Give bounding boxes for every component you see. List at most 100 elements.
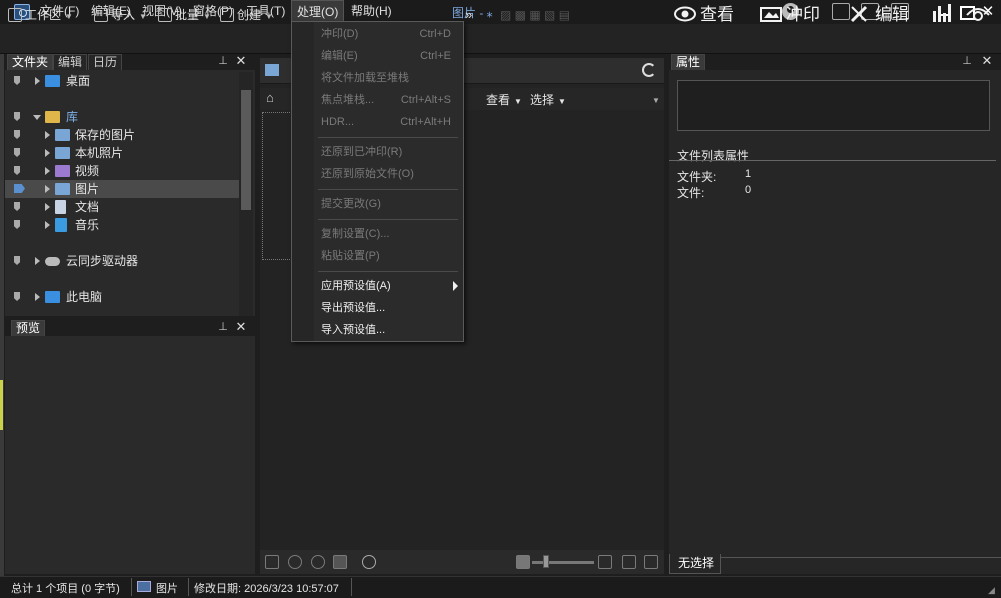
tree-item-documents[interactable]: 文档 xyxy=(5,198,241,216)
thumbnail-view-icon[interactable] xyxy=(622,555,636,569)
music-icon xyxy=(55,218,67,232)
pin-icon[interactable]: ⊥ xyxy=(217,54,229,68)
menu-item-commit-changes[interactable]: 提交更改(G) xyxy=(321,194,461,214)
tree-item-this-pc[interactable]: 此电脑 xyxy=(5,288,241,306)
stack-icon[interactable] xyxy=(333,555,347,569)
chevron-down-icon: ▼ xyxy=(139,12,147,21)
pin-icon[interactable]: ⊥ xyxy=(961,54,973,68)
marker-icon xyxy=(14,256,20,265)
menu-item-develop[interactable]: 冲印(D) Ctrl+D xyxy=(321,24,461,44)
prop-files-value: 0 xyxy=(745,184,752,196)
submenu-arrow-icon xyxy=(453,281,458,291)
menu-item-shortcut: Ctrl+Alt+H xyxy=(400,116,451,128)
menu-item-label: 提交更改(G) xyxy=(321,198,381,210)
save-icon[interactable] xyxy=(265,555,279,569)
home-icon[interactable]: ⌂ xyxy=(266,91,280,104)
menu-item-paste-settings[interactable]: 粘贴设置(P) xyxy=(321,246,461,266)
menu-item-focus-stack[interactable]: 焦点堆栈... Ctrl+Alt+S xyxy=(321,90,461,110)
toggle-left-panel-icon[interactable] xyxy=(832,3,850,20)
expand-icon[interactable] xyxy=(45,167,50,175)
menu-item-import-preset[interactable]: 导入预设值... xyxy=(321,320,461,340)
pin-icon[interactable]: ⊥ xyxy=(217,320,229,334)
tree-item-cloud-drive[interactable]: 云同步驱动器 xyxy=(5,252,241,270)
select-dropdown[interactable]: 选择 ▼ xyxy=(530,91,566,108)
tree-item-camera-roll[interactable]: 本机照片 xyxy=(5,144,241,162)
tree-item-desktop[interactable]: 桌面 xyxy=(5,72,241,90)
tab-properties[interactable]: 属性 xyxy=(671,54,706,70)
menu-item-shortcut: Ctrl+E xyxy=(420,50,451,62)
import-label: 导入 xyxy=(111,8,136,22)
details-view-icon[interactable] xyxy=(644,555,658,569)
menu-item-hdr[interactable]: HDR... Ctrl+Alt+H xyxy=(321,112,461,132)
tab-preview[interactable]: 预览 xyxy=(11,320,46,336)
marker-icon xyxy=(14,166,20,175)
create-icon xyxy=(220,8,234,22)
thumbnail-placeholder[interactable] xyxy=(262,112,292,260)
zoom-slider-thumb[interactable] xyxy=(543,555,549,568)
menu-item-load-stack[interactable]: 将文件加载至堆栈 xyxy=(321,68,461,88)
tree-label: 桌面 xyxy=(66,74,91,88)
nav-overflow-icon[interactable]: ▼ xyxy=(652,96,660,105)
rotate-left-icon[interactable] xyxy=(288,555,302,569)
tab-calendar[interactable]: 日历 xyxy=(88,54,123,70)
create-button[interactable]: 创建 ▼ xyxy=(220,5,273,25)
expand-icon[interactable] xyxy=(35,257,40,265)
expand-icon[interactable] xyxy=(45,203,50,211)
mode-edit-button[interactable]: 编辑 xyxy=(849,2,909,28)
expand-icon[interactable] xyxy=(45,131,50,139)
expand-icon[interactable] xyxy=(45,221,50,229)
refresh-icon[interactable] xyxy=(642,63,656,77)
tab-no-selection[interactable]: 无选择 xyxy=(669,554,721,574)
tree-label: 库 xyxy=(66,110,79,124)
workspace-button[interactable]: 工作区 ▼ xyxy=(8,5,73,25)
collapse-icon[interactable] xyxy=(33,115,41,120)
menu-process[interactable]: 处理(O) xyxy=(291,0,345,22)
menu-item-export-preset[interactable]: 导出预设值... xyxy=(321,298,461,318)
menu-item-label: 复制设置(C)... xyxy=(321,228,390,240)
folders-panel: 文件夹 编辑 日历 ⊥ ✕ 桌面 库 保存的图片 本机照片 视频 图片 文档 音… xyxy=(5,54,255,316)
expand-icon[interactable] xyxy=(45,149,50,157)
menu-item-revert-developed[interactable]: 还原到已冲印(R) xyxy=(321,142,461,162)
menu-item-edit[interactable]: 编辑(E) Ctrl+E xyxy=(321,46,461,66)
rotate-right-icon[interactable] xyxy=(311,555,325,569)
tree-item-pictures[interactable]: 图片 xyxy=(5,180,241,198)
left-edge-strip xyxy=(0,54,4,576)
menu-item-shortcut: Ctrl+Alt+S xyxy=(400,94,451,106)
dashboard-button[interactable] xyxy=(932,2,958,28)
tab-edit[interactable]: 编辑 xyxy=(53,54,88,70)
slideshow-icon[interactable] xyxy=(362,555,376,569)
panel-close-icon[interactable]: ✕ xyxy=(235,54,247,68)
tree-item-music[interactable]: 音乐 xyxy=(5,216,241,234)
menu-item-copy-settings[interactable]: 复制设置(C)... xyxy=(321,224,461,244)
import-button[interactable]: 导入 ▼ xyxy=(94,5,147,25)
mode-view-button[interactable]: 查看 xyxy=(674,2,734,28)
expand-icon[interactable] xyxy=(45,185,50,193)
menu-item-revert-original[interactable]: 还原到原始文件(O) xyxy=(321,164,461,184)
folders-scroll-thumb[interactable] xyxy=(241,90,251,210)
panel-close-icon[interactable]: ✕ xyxy=(981,54,993,68)
menu-item-label: 还原到原始文件(O) xyxy=(321,168,414,180)
zoom-slider[interactable] xyxy=(532,561,594,564)
tree-item-videos[interactable]: 视频 xyxy=(5,162,241,180)
tree-item-saved-pictures[interactable]: 保存的图片 xyxy=(5,126,241,144)
menu-item-apply-preset[interactable]: 应用预设值(A) xyxy=(321,276,461,296)
tab-folders[interactable]: 文件夹 xyxy=(7,54,54,70)
toolbar-overflow-button[interactable]: » xyxy=(465,5,472,25)
marker-icon xyxy=(14,130,20,139)
online-button[interactable] xyxy=(966,2,992,28)
tree-item-library[interactable]: 库 xyxy=(5,108,241,126)
expand-icon[interactable] xyxy=(35,293,40,301)
panel-close-icon[interactable]: ✕ xyxy=(235,320,247,334)
view-dropdown[interactable]: 查看 ▼ xyxy=(486,91,522,108)
location-icon xyxy=(265,64,279,76)
chevron-down-icon: ▼ xyxy=(65,12,73,21)
expand-icon[interactable] xyxy=(35,77,40,85)
properties-tab-strip: 属性 ⊥ ✕ xyxy=(669,54,1001,70)
resize-grip-icon[interactable]: ◢ xyxy=(988,585,998,595)
zoom-out-icon[interactable] xyxy=(516,555,530,569)
menu-help[interactable]: 帮助(H) xyxy=(346,0,397,22)
zoom-in-icon[interactable] xyxy=(598,555,612,569)
marker-icon xyxy=(14,76,20,85)
batch-button[interactable]: 批量 ▼ xyxy=(158,5,211,25)
mode-develop-button[interactable]: 冲印 xyxy=(760,2,820,28)
